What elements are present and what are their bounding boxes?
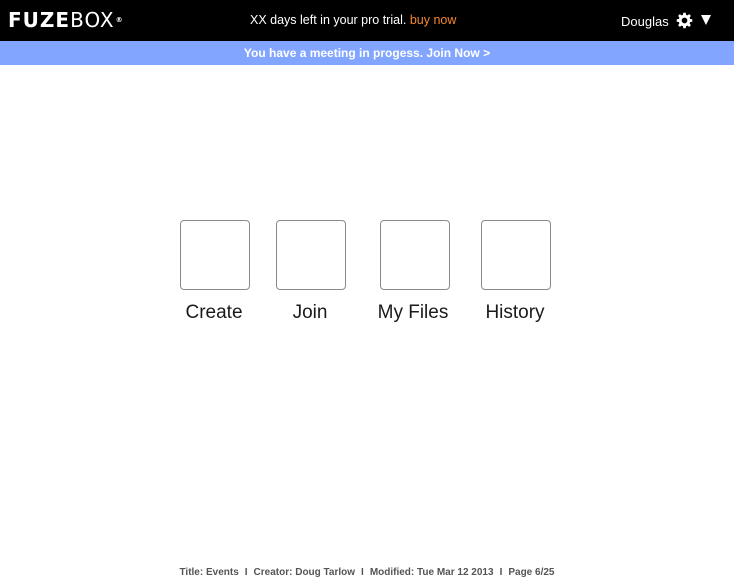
logo-fuze: FUZE [8, 8, 71, 32]
logo-registered-mark: ® [115, 16, 124, 24]
join-label[interactable]: Join [255, 302, 365, 324]
footer-separator: I [499, 567, 503, 578]
fuzebox-logo[interactable]: FUZEBOX® [8, 9, 124, 31]
trial-text: XX days left in your pro trial. [250, 13, 407, 27]
create-tile-icon[interactable] [180, 220, 250, 290]
gear-icon[interactable] [676, 12, 693, 29]
my-files-tile-icon[interactable] [380, 220, 450, 290]
history-label[interactable]: History [460, 302, 570, 324]
footer-creator: Creator: Doug Tarlow [253, 567, 356, 578]
footer-title: Title: Events [179, 567, 239, 578]
footer-page: Page 6/25 [508, 567, 555, 578]
footer-modified: Modified: Tue Mar 12 2013 [369, 567, 494, 578]
top-bar: FUZEBOX® XX days left in your pro trial.… [0, 0, 734, 41]
footer-separator: I [244, 567, 248, 578]
footer-metadata: Title: Events I Creator: Doug Tarlow I Modif… [0, 567, 734, 579]
trial-notice: XX days left in your pro trial. buy now [250, 13, 456, 28]
user-name[interactable]: Douglas [621, 14, 669, 29]
caret-down-icon[interactable] [700, 13, 712, 27]
create-label[interactable]: Create [159, 302, 269, 324]
history-tile-icon[interactable] [481, 220, 551, 290]
buy-now-link[interactable]: buy now [410, 13, 457, 27]
logo-box: BOX [70, 8, 115, 32]
footer-separator: I [361, 567, 364, 578]
join-tile-icon[interactable] [276, 220, 346, 290]
meeting-in-progress-banner[interactable]: You have a meeting in progess. Join Now … [0, 41, 734, 65]
my-files-label[interactable]: My Files [358, 302, 468, 324]
